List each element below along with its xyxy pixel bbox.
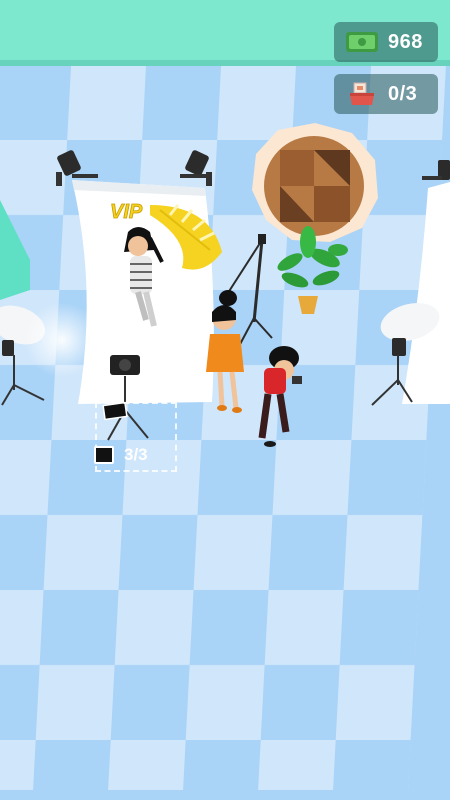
flash-glow: [24, 302, 100, 378]
cash-icon: [344, 28, 380, 56]
game-scene: VIP: [0, 0, 450, 790]
camera-station-counter: 3/3: [94, 445, 148, 465]
money-value: 968: [388, 30, 423, 53]
photo-tray-counter: 0/3: [334, 74, 438, 114]
vip-sign: VIP: [110, 201, 143, 223]
photo-slot-icon: [94, 446, 114, 464]
photo-tray-value: 0/3: [388, 82, 418, 105]
money-counter: 968: [334, 22, 438, 62]
photo-tray-icon: [344, 80, 380, 108]
camera-station-count: 3/3: [124, 445, 148, 464]
